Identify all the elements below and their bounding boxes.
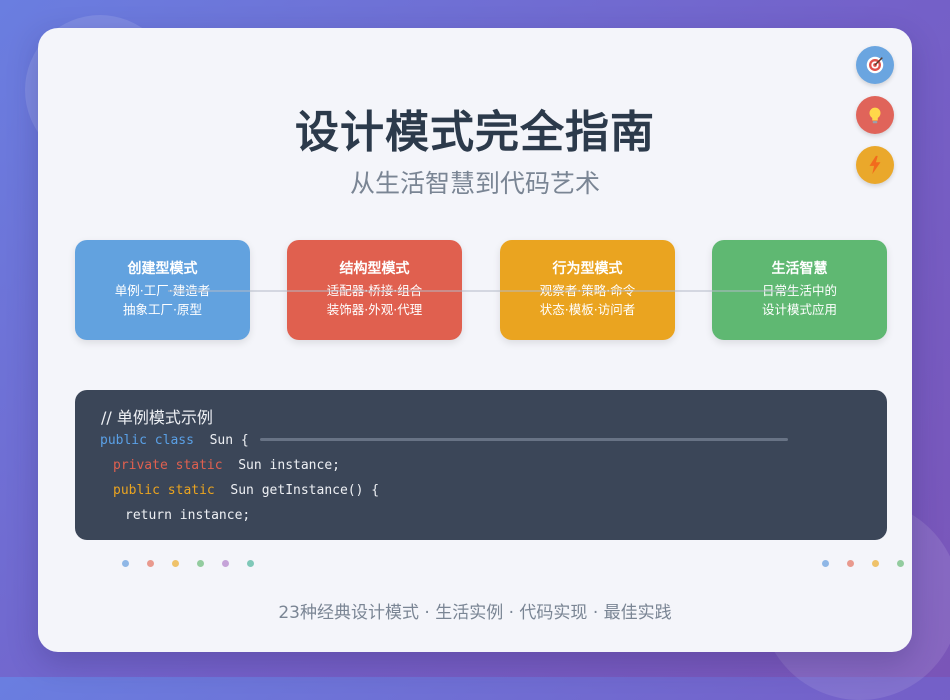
decorative-dot bbox=[147, 560, 154, 567]
code-text: Sun { bbox=[193, 433, 249, 448]
decorative-dot bbox=[847, 560, 854, 567]
category-title: 行为型模式 bbox=[552, 261, 623, 277]
code-line: public static Sun getInstance() { bbox=[113, 483, 379, 498]
code-block: // 单例模式示例 public class Sun { private sta… bbox=[75, 390, 887, 540]
decorative-dot bbox=[222, 560, 229, 567]
code-comment: // 单例模式示例 bbox=[101, 408, 213, 427]
code-keyword: public class bbox=[100, 433, 194, 448]
category-title: 结构型模式 bbox=[339, 261, 410, 277]
category-line: 抽象工厂·原型 bbox=[123, 302, 202, 317]
code-keyword: public static bbox=[113, 483, 215, 498]
code-line: private static Sun instance; bbox=[113, 458, 340, 473]
category-title: 创建型模式 bbox=[127, 261, 198, 277]
category-line: 状态·模板·访问者 bbox=[539, 302, 636, 317]
decorative-dot bbox=[247, 560, 254, 567]
main-card: 设计模式完全指南 从生活智慧到代码艺术 创建型模式 单例·工厂·建造者 抽象工厂… bbox=[38, 28, 912, 652]
code-text: Sun getInstance() { bbox=[214, 483, 380, 498]
code-line: public class Sun { bbox=[100, 433, 249, 448]
category-line: 设计模式应用 bbox=[761, 302, 837, 317]
decorative-dots-left bbox=[122, 560, 254, 567]
code-text: Sun instance; bbox=[222, 458, 340, 473]
code-decoration-bar bbox=[260, 438, 788, 441]
decorative-dot bbox=[822, 560, 829, 567]
footer-tagline: 23种经典设计模式 · 生活实例 · 代码实现 · 最佳实践 bbox=[278, 603, 672, 623]
category-title: 生活智慧 bbox=[771, 261, 828, 277]
decorative-dot bbox=[172, 560, 179, 567]
decorative-dot bbox=[122, 560, 129, 567]
decorative-dots-right bbox=[822, 560, 904, 567]
page-title: 设计模式完全指南 bbox=[295, 107, 655, 158]
page-subtitle: 从生活智慧到代码艺术 bbox=[349, 169, 600, 198]
decorative-dot bbox=[897, 560, 904, 567]
code-keyword: private static bbox=[113, 458, 223, 473]
target-icon[interactable] bbox=[856, 46, 894, 84]
category-connector-line bbox=[168, 290, 798, 292]
decorative-dot bbox=[872, 560, 879, 567]
decorative-dot bbox=[197, 560, 204, 567]
category-line: 装饰器·外观·代理 bbox=[326, 302, 423, 317]
code-line: return instance; bbox=[125, 508, 251, 523]
